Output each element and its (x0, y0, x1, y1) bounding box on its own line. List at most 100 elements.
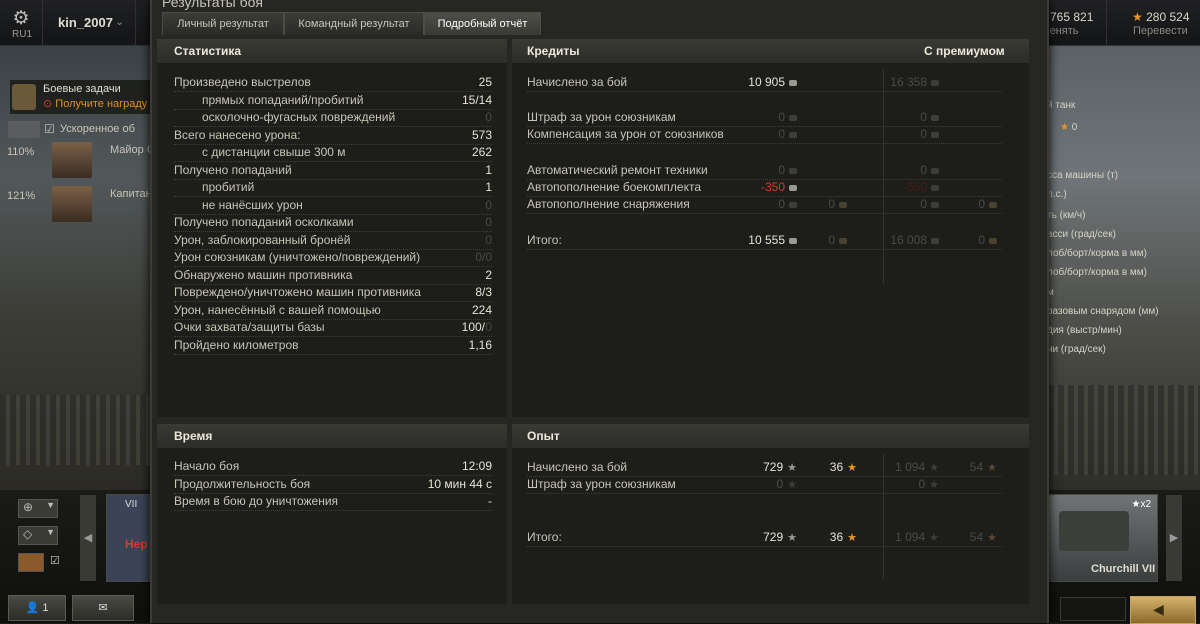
stat-row: Урон, нанесённый с вашей помощью 224 (174, 303, 492, 320)
stat-value: 0 (485, 197, 492, 212)
diamond-icon: ◇ (23, 527, 33, 541)
spec-line: асси (град/сек) (1047, 229, 1116, 240)
checkbox-icon[interactable]: ☑ (44, 122, 55, 136)
window-title: Результаты боя (162, 0, 264, 10)
credits-header: Кредиты С премиумом (512, 39, 1029, 63)
credit-label: Штраф за урон союзникам (527, 110, 676, 124)
credits-icon (931, 79, 939, 86)
free-exp-icon: ★ (847, 532, 857, 544)
spec-line: сса машины (т) (1047, 170, 1119, 181)
exp-star-icon: ★ (787, 532, 797, 544)
crew-icon (8, 121, 40, 138)
credit-row: Автопополнение боекомплекта -350 -350 (527, 180, 1017, 197)
battle-button[interactable]: ◀ (1130, 596, 1196, 624)
time-label: Начало боя (174, 459, 240, 473)
status-label: Нер (125, 537, 148, 551)
crew-portrait (52, 142, 92, 178)
stat-value: 100/ (461, 320, 485, 334)
vehicle-card-selected[interactable]: ★x2 Churchill VII (1048, 494, 1158, 582)
tank-tread-right (1048, 385, 1200, 475)
spec-line: ни (град/сек) (1047, 344, 1106, 355)
tab-detailed[interactable]: Подробный отчёт (424, 12, 541, 35)
premium-exp-value: 0 ★ (918, 477, 939, 491)
stat-value: 2 (485, 267, 492, 282)
settings-cell[interactable]: ⚙ RU1 (0, 0, 43, 45)
exp-label: Штраф за урон союзникам (527, 477, 676, 491)
time-label: Продолжительность боя (174, 476, 311, 491)
carousel-next-button[interactable]: ▶ (1166, 495, 1182, 581)
vehicle-card[interactable]: VII Нер (106, 494, 150, 582)
row-divider (174, 353, 492, 355)
carousel-prev-button[interactable]: ◀ (80, 495, 96, 581)
chevron-down-icon: ⌄ (115, 16, 125, 28)
stat-row: Получено попаданий 1 (174, 163, 492, 180)
chat-input[interactable] (1060, 597, 1126, 621)
time-row: Время в бою до уничтожения - (174, 494, 492, 511)
premium-filter[interactable] (18, 553, 44, 572)
statistics-panel: Статистика Произведено выстрелов 25 прямых… (157, 39, 507, 417)
crew-member-1[interactable]: 110% Майор С (0, 142, 155, 178)
stat-label: Всего нанесено урона: (174, 127, 301, 142)
stat-label: Получено попаданий осколками (174, 215, 354, 229)
stat-row: Всего нанесено урона: 573 (174, 128, 492, 145)
credits-icon (931, 167, 939, 174)
stat-row: пробитий 1 (174, 180, 492, 197)
stat-value: 15/14 (461, 92, 492, 107)
tab-team[interactable]: Командный результат (284, 12, 424, 35)
checkbox-icon[interactable]: ☑ (50, 554, 60, 567)
premium-credit-value: 0 (920, 110, 939, 124)
credits-icon (931, 201, 939, 208)
missions-title: Боевые задачи (43, 83, 121, 95)
time-title: Время (174, 429, 213, 443)
exp-multiplier: ★x2 (1131, 499, 1151, 510)
credits-icon (789, 184, 797, 191)
exp-row: Итого: 729 ★ 36 ★ 1 094 ★ 54 ★ (527, 530, 1017, 547)
stat-row: Повреждено/уничтожено машин противника 8/… (174, 285, 492, 302)
statistics-header: Статистика (157, 39, 507, 63)
premium-credit-value: 0 (920, 197, 939, 211)
dropdown-icon: ▼ (46, 500, 55, 510)
row-divider (527, 248, 1002, 250)
stat-value: 1,16 (468, 337, 492, 352)
credit-value: 10 905 (748, 75, 797, 89)
stat-label: Урон, заблокированный бронёй (174, 232, 351, 247)
row-divider (527, 492, 1002, 494)
credits-icon (789, 131, 797, 138)
account-menu[interactable]: kin_2007 ⌄ (43, 0, 136, 45)
credit-value: 10 555 (748, 233, 797, 247)
class-filter[interactable]: ◇ ▼ (18, 526, 58, 545)
premium-gold-value: 0 (978, 233, 997, 247)
credits-icon (789, 79, 797, 86)
missions-widget[interactable]: Боевые задачи ⊙ Получите награду за в (10, 80, 170, 114)
credits-icon (789, 237, 797, 244)
exp-star-icon: ★ (929, 479, 939, 491)
nation-filter[interactable]: ⊕ ▼ (18, 499, 58, 518)
credit-value: 0 (778, 110, 797, 124)
stat-row: прямых попаданий/пробитий 15/14 (174, 93, 492, 110)
stat-label: с дистанции свыше 300 м (202, 145, 346, 159)
row-divider (527, 90, 1002, 92)
stat-value: 573 (471, 127, 492, 142)
premium-credit-value: 0 (920, 127, 939, 141)
crew-skill: 110% (7, 146, 35, 158)
players-button[interactable]: 👤 1 (8, 595, 66, 621)
crew-name: Капитан (110, 188, 152, 200)
gear-icon[interactable]: ⚙ (10, 8, 32, 30)
gold-icon: ★ (1132, 10, 1143, 24)
accelerated-training[interactable]: ☑ Ускоренное об (8, 121, 155, 139)
time-value: 10 мин 44 с (427, 476, 492, 491)
credit-label: Автопополнение снаряжения (527, 197, 690, 211)
gold-value: 0 (828, 197, 847, 211)
credits-icon (789, 167, 797, 174)
stat-label: Повреждено/уничтожено машин противника (174, 285, 421, 299)
stat-value: 0 (485, 215, 492, 229)
exp-label: Итого: (527, 530, 562, 544)
crew-skill: 121% (7, 190, 36, 202)
credit-row: Компенсация за урон от союзников 0 0 (527, 127, 1017, 144)
premium-credit-value: 16 008 (890, 233, 939, 247)
time-row: Продолжительность боя 10 мин 44 с (174, 477, 492, 494)
crew-member-2[interactable]: 121% Капитан (0, 186, 155, 222)
chat-button[interactable]: ✉ (72, 595, 134, 621)
transfer-link[interactable]: Перевести (1133, 25, 1188, 37)
tab-personal[interactable]: Личный результат (162, 12, 284, 35)
